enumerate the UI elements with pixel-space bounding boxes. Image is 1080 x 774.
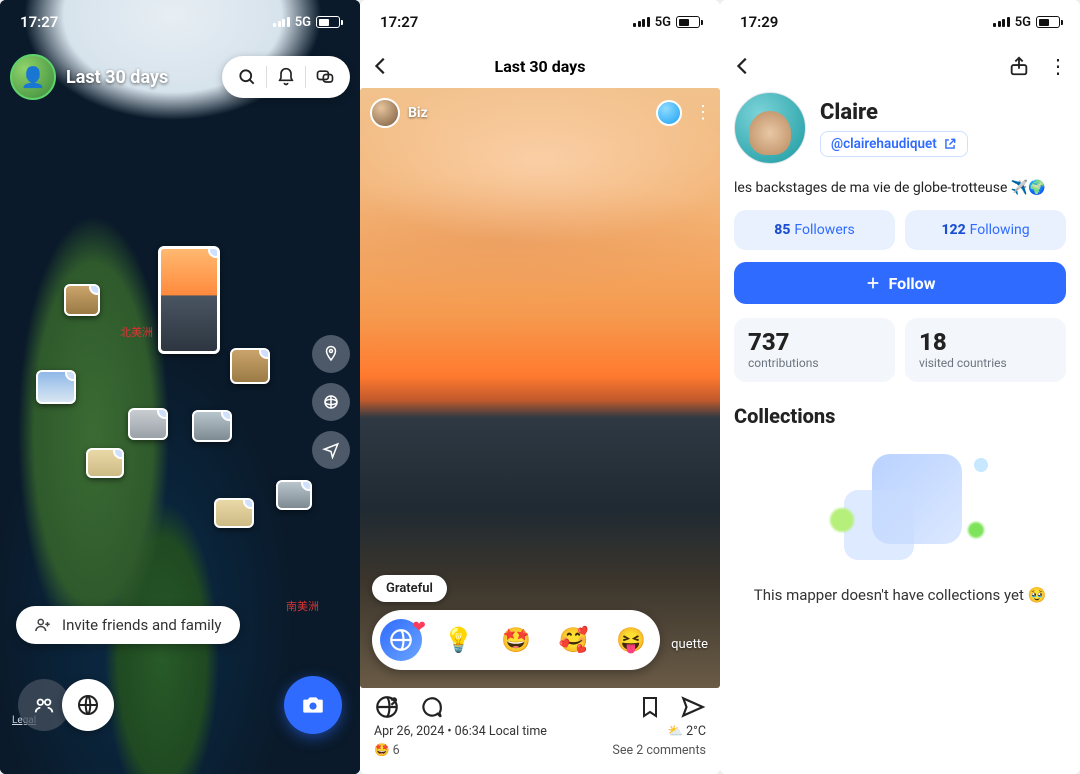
reaction-starstruck[interactable]: 🤩 xyxy=(495,619,537,661)
chat-icon[interactable] xyxy=(308,67,342,87)
mood-chip[interactable]: Grateful xyxy=(372,575,447,602)
post-timestamp: Apr 26, 2024 • 06:34 Local time xyxy=(374,724,547,739)
author-avatar xyxy=(370,98,400,128)
clock: 17:27 xyxy=(20,13,58,31)
feed-range-title[interactable]: Last 30 days xyxy=(66,67,212,88)
camera-button[interactable] xyxy=(284,676,342,734)
reaction-globe-heart[interactable] xyxy=(380,619,422,661)
collections-heading: Collections xyxy=(734,404,1066,428)
bottom-dock xyxy=(0,654,360,774)
back-button[interactable] xyxy=(732,55,754,77)
countries-card[interactable]: 18 visited countries xyxy=(905,318,1066,382)
nav-title: Last 30 days xyxy=(495,57,586,76)
external-link-icon xyxy=(943,137,957,151)
profile-bio: les backstages de ma vie de globe-trotte… xyxy=(734,180,1066,196)
map-label-na: 北美洲 xyxy=(120,324,153,340)
map-photo-pin[interactable] xyxy=(64,284,100,316)
reaction-bar: 💡 🤩 🥰 😝 xyxy=(372,610,660,670)
reaction-love[interactable]: 🥰 xyxy=(553,619,595,661)
reaction-idea[interactable]: 💡 xyxy=(437,619,479,661)
location-overlay: quette xyxy=(671,637,708,652)
empty-collections-illustration xyxy=(810,450,990,570)
plus-icon xyxy=(865,275,881,291)
search-icon[interactable] xyxy=(230,67,264,87)
map-photo-pin[interactable] xyxy=(36,370,76,404)
user-plus-icon xyxy=(34,616,52,634)
followers-button[interactable]: 85Followers xyxy=(734,210,895,250)
globe-button[interactable] xyxy=(62,679,114,731)
post-author[interactable]: Biz xyxy=(370,98,428,128)
network-label: 5G xyxy=(1015,15,1031,30)
bell-icon[interactable] xyxy=(269,67,303,87)
post-weather: ⛅ 2°C xyxy=(667,724,706,739)
battery-icon xyxy=(316,16,340,28)
profile-navbar: ⋮ xyxy=(720,44,1080,88)
contributions-card[interactable]: 737 contributions xyxy=(734,318,895,382)
status-bar: 17:27 5G xyxy=(360,0,720,44)
author-name: Biz xyxy=(408,105,428,121)
more-menu-icon[interactable]: ⋮ xyxy=(694,104,712,122)
follow-button[interactable]: Follow xyxy=(734,262,1066,304)
reaction-silly[interactable]: 😝 xyxy=(610,619,652,661)
empty-collections-text: This mapper doesn't have collections yet… xyxy=(734,586,1066,604)
signal-icon xyxy=(633,17,650,27)
like-globe-icon[interactable] xyxy=(374,694,400,720)
action-pillbar xyxy=(222,56,350,98)
bookmark-icon[interactable] xyxy=(638,694,662,720)
invite-label: Invite friends and family xyxy=(62,616,222,634)
screen-map: 北美洲 南美洲 17:27 5G 👤 Last 30 days xyxy=(0,0,360,774)
map-photo-pin[interactable] xyxy=(230,348,270,384)
profile-avatar[interactable]: 👤 xyxy=(10,54,56,100)
map-photo-pin[interactable] xyxy=(86,448,124,478)
locate-me-button[interactable] xyxy=(312,431,350,469)
share-icon[interactable] xyxy=(1008,55,1030,77)
pin-location-button[interactable] xyxy=(312,335,350,373)
invite-friends-button[interactable]: Invite friends and family xyxy=(16,606,240,644)
map-label-sa: 南美洲 xyxy=(286,598,319,614)
map-photo-pin[interactable] xyxy=(214,498,254,528)
map-photo-pin[interactable] xyxy=(276,480,312,510)
network-label: 5G xyxy=(655,15,671,30)
network-label: 5G xyxy=(295,15,311,30)
battery-icon xyxy=(676,16,700,28)
visibility-globe-icon[interactable] xyxy=(656,100,682,126)
status-bar: 17:29 5G xyxy=(720,0,1080,44)
profile-handle-link[interactable]: @clairehaudiquet xyxy=(820,131,968,157)
reaction-count[interactable]: 🤩 6 xyxy=(374,743,400,758)
signal-icon xyxy=(273,17,290,27)
separator xyxy=(266,66,267,88)
map-topbar: 👤 Last 30 days xyxy=(10,54,350,100)
map-side-controls xyxy=(312,335,350,469)
comment-icon[interactable] xyxy=(418,694,444,720)
clock: 17:27 xyxy=(380,13,418,31)
following-button[interactable]: 122Following xyxy=(905,210,1066,250)
map-photo-pin[interactable] xyxy=(192,410,232,442)
map-photo-pin[interactable] xyxy=(158,246,220,354)
status-bar: 17:27 5G xyxy=(0,0,360,44)
profile-name: Claire xyxy=(820,100,968,125)
profile-avatar[interactable] xyxy=(734,92,806,164)
signal-icon xyxy=(993,17,1010,27)
screen-post: 17:27 5G Last 30 days Biz xyxy=(360,0,720,774)
map-photo-pin[interactable] xyxy=(128,408,168,440)
clock: 17:29 xyxy=(740,13,778,31)
battery-icon xyxy=(1036,16,1060,28)
post-photo[interactable]: Biz ⋮ Grateful quette 💡 🤩 🥰 😝 xyxy=(360,88,720,688)
send-icon[interactable] xyxy=(680,694,706,720)
screen-profile: 17:29 5G ⋮ Claire xyxy=(720,0,1080,774)
see-comments-link[interactable]: See 2 comments xyxy=(612,743,706,758)
post-navbar: Last 30 days xyxy=(360,44,720,88)
post-footer: Apr 26, 2024 • 06:34 Local time ⛅ 2°C 🤩 … xyxy=(360,688,720,774)
more-menu-icon[interactable]: ⋮ xyxy=(1048,54,1068,78)
globe-view-button[interactable] xyxy=(312,383,350,421)
back-button[interactable] xyxy=(370,55,392,77)
separator xyxy=(305,66,306,88)
